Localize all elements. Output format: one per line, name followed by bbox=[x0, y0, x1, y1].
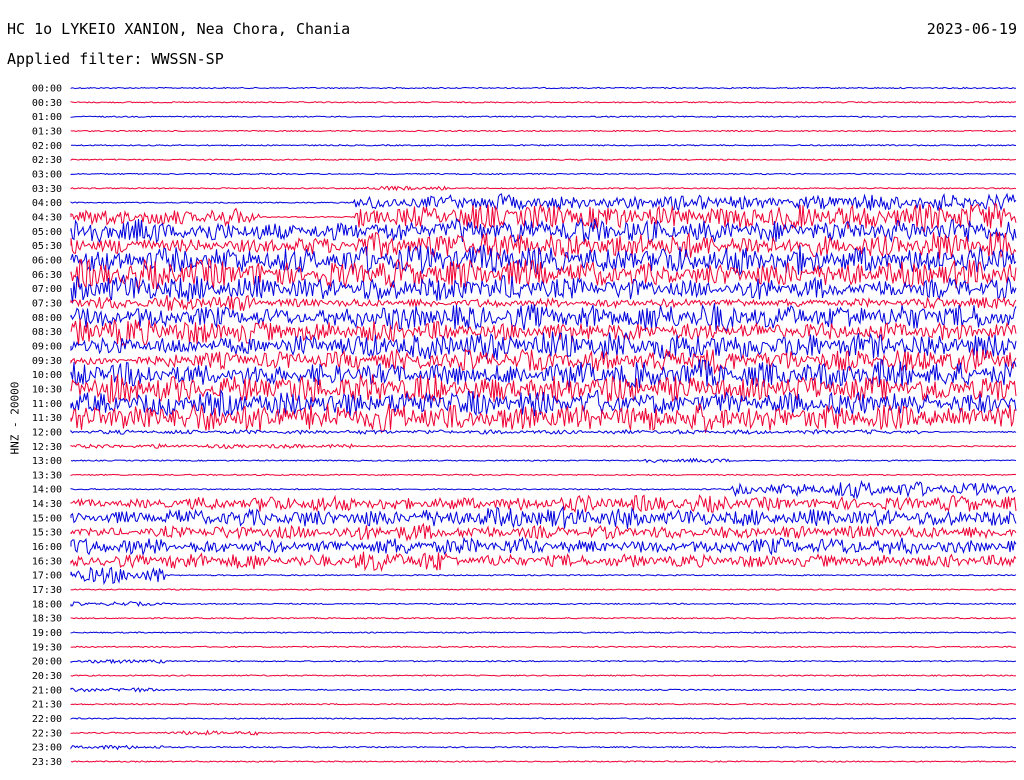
row-time-label: 18:30 bbox=[32, 614, 62, 625]
row-time-label: 10:00 bbox=[32, 370, 62, 381]
row-time-label: 17:00 bbox=[32, 571, 62, 582]
row-time-label: 01:30 bbox=[32, 126, 62, 137]
trace-line-1330 bbox=[70, 473, 1017, 477]
row-time-label: 09:00 bbox=[32, 341, 62, 352]
trace-line-1700 bbox=[70, 566, 1017, 586]
trace-line-0600 bbox=[70, 244, 1017, 277]
trace-line-1730 bbox=[70, 588, 1017, 591]
row-time-label: 08:00 bbox=[32, 313, 62, 324]
row-time-label: 05:00 bbox=[32, 227, 62, 238]
row-time-label: 23:00 bbox=[32, 743, 62, 754]
trace-line-1900 bbox=[70, 631, 1017, 634]
trace-line-1100 bbox=[70, 388, 1017, 417]
row-time-label: 19:00 bbox=[32, 628, 62, 639]
row-time-label: 17:30 bbox=[32, 585, 62, 596]
row-time-label: 11:30 bbox=[32, 413, 62, 424]
row-time-label: 01:00 bbox=[32, 112, 62, 123]
row-time-label: 02:30 bbox=[32, 155, 62, 166]
trace-line-1800 bbox=[70, 601, 1017, 607]
row-time-label: 11:00 bbox=[32, 399, 62, 410]
trace-line-0030 bbox=[70, 101, 1017, 104]
row-time-label: 07:30 bbox=[32, 298, 62, 309]
trace-line-1630 bbox=[70, 551, 1017, 573]
trace-line-0730 bbox=[70, 294, 1017, 311]
row-time-label: 04:30 bbox=[32, 212, 62, 223]
row-time-label: 20:30 bbox=[32, 671, 62, 682]
trace-line-0130 bbox=[70, 129, 1017, 133]
trace-line-1400 bbox=[70, 479, 1017, 500]
trace-line-1830 bbox=[70, 616, 1017, 620]
trace-line-2330 bbox=[70, 760, 1017, 763]
row-time-label: 13:30 bbox=[32, 470, 62, 481]
row-time-label: 15:00 bbox=[32, 513, 62, 524]
row-time-label: 03:30 bbox=[32, 184, 62, 195]
row-time-label: 23:30 bbox=[32, 757, 62, 768]
row-time-label: 22:00 bbox=[32, 714, 62, 725]
row-time-label: 09:30 bbox=[32, 356, 62, 367]
trace-line-0830 bbox=[70, 318, 1017, 347]
trace-line-2300 bbox=[70, 744, 1017, 751]
row-time-label: 14:00 bbox=[32, 485, 62, 496]
trace-line-2030 bbox=[70, 674, 1017, 677]
trace-line-1500 bbox=[70, 505, 1017, 529]
row-time-label: 06:00 bbox=[32, 255, 62, 266]
trace-line-1430 bbox=[70, 494, 1017, 514]
trace-line-2230 bbox=[70, 729, 1017, 736]
row-time-label: 00:30 bbox=[32, 98, 62, 109]
row-time-label: 05:30 bbox=[32, 241, 62, 252]
trace-line-2000 bbox=[70, 658, 1017, 665]
helicorder-plot: 00:00 00:30 01:00 01:30 02:00 02:30 03:00 03:30… bbox=[32, 84, 1017, 768]
trace-line-0300 bbox=[70, 172, 1017, 176]
row-time-label: 21:30 bbox=[32, 700, 62, 711]
row-time-label: 06:30 bbox=[32, 270, 62, 281]
trace-line-0230 bbox=[70, 158, 1017, 161]
trace-line-0000 bbox=[70, 86, 1016, 90]
row-time-label: 12:00 bbox=[32, 427, 62, 438]
trace-line-2130 bbox=[70, 702, 1017, 706]
row-time-label: 08:30 bbox=[32, 327, 62, 338]
trace-line-1000 bbox=[70, 359, 1017, 389]
row-time-label: 16:00 bbox=[32, 542, 62, 553]
row-time-label: 04:00 bbox=[32, 198, 62, 209]
trace-line-1300 bbox=[70, 457, 1017, 464]
row-time-label: 02:00 bbox=[32, 141, 62, 152]
trace-line-1230 bbox=[70, 442, 1017, 449]
row-time-label: 14:30 bbox=[32, 499, 62, 510]
trace-line-1600 bbox=[70, 536, 1017, 557]
row-time-label: 10:30 bbox=[32, 384, 62, 395]
row-time-label: 16:30 bbox=[32, 556, 62, 567]
row-time-label: 07:00 bbox=[32, 284, 62, 295]
row-time-label: 03:00 bbox=[32, 169, 62, 180]
trace-line-2200 bbox=[70, 717, 1017, 720]
trace-line-0100 bbox=[70, 115, 1017, 118]
row-time-label: 21:00 bbox=[32, 685, 62, 696]
row-time-label: 13:00 bbox=[32, 456, 62, 467]
trace-line-0330 bbox=[70, 185, 1017, 192]
trace-line-0200 bbox=[70, 144, 1017, 147]
row-time-label: 00:00 bbox=[32, 84, 62, 95]
row-time-label: 20:00 bbox=[32, 657, 62, 668]
row-time-label: 22:30 bbox=[32, 728, 62, 739]
trace-line-1530 bbox=[70, 522, 1017, 542]
trace-line-1930 bbox=[70, 645, 1017, 649]
row-time-label: 12:30 bbox=[32, 442, 62, 453]
row-time-label: 19:30 bbox=[32, 642, 62, 653]
trace-line-1200 bbox=[70, 428, 1017, 436]
row-time-label: 18:00 bbox=[32, 599, 62, 610]
row-time-label: 15:30 bbox=[32, 528, 62, 539]
trace-line-2100 bbox=[70, 687, 1017, 693]
